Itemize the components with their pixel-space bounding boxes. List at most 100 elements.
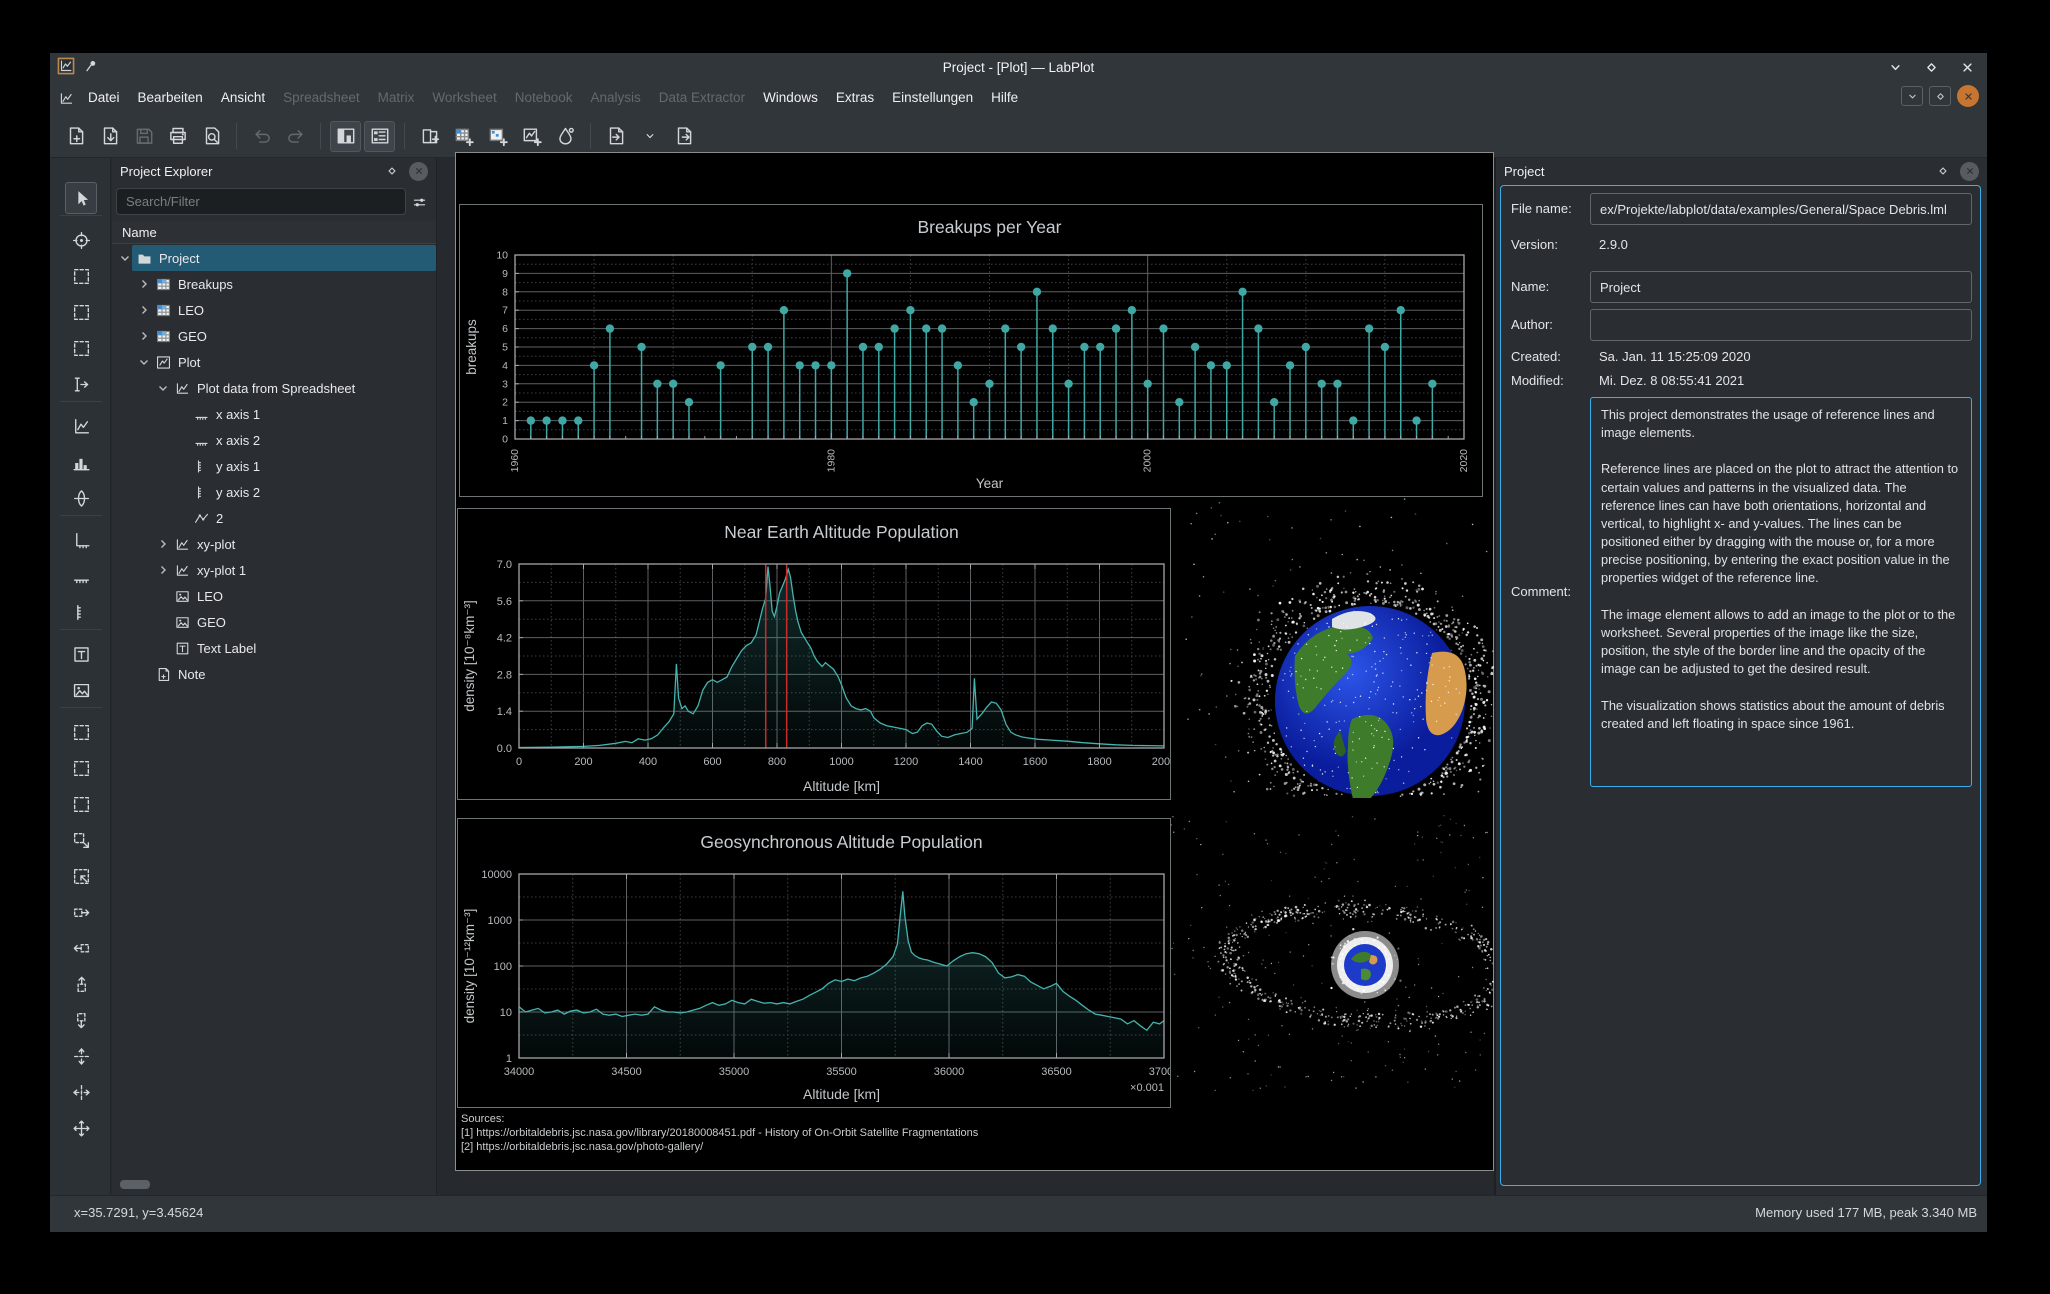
plot-geo[interactable]: 1 10 100 1000 10000 34000 34500 35000 35500 36000…: [457, 818, 1179, 1108]
titlebar[interactable]: Project - [Plot] — LabPlot: [50, 53, 1987, 81]
dock-close-icon[interactable]: [1960, 161, 1979, 181]
tool-zoom-in-box[interactable]: [65, 860, 97, 892]
tool-new-axis-corner[interactable]: [65, 524, 97, 556]
tool-new-axis-left[interactable]: [65, 596, 97, 628]
tree-item-xy-plot-1[interactable]: xy-plot 1: [112, 557, 436, 583]
minimize-button[interactable]: [1885, 57, 1905, 77]
dock-float-icon[interactable]: [1934, 162, 1952, 180]
print-preview-button[interactable]: [196, 121, 227, 152]
tree-item-y-axis-1[interactable]: y axis 1: [112, 453, 436, 479]
tool-new-image[interactable]: [65, 674, 97, 706]
import-dropdown[interactable]: [634, 121, 665, 152]
chevron-right-icon[interactable]: [156, 537, 170, 551]
tool-shift-left[interactable]: [65, 932, 97, 964]
tool-zoom-out-box[interactable]: [65, 824, 97, 856]
dock-close-icon[interactable]: [409, 161, 428, 181]
tree-item-geo[interactable]: GEO: [112, 609, 436, 635]
tool-zoom-region-a[interactable]: [65, 716, 97, 748]
tree-item-plot[interactable]: Plot: [112, 349, 436, 375]
tree-column-header[interactable]: Name: [112, 221, 436, 244]
worksheet[interactable]: 0 1 2 3 4 5 6 7 8 9 10 1960 1980 2000 2020 Breakups per…: [455, 152, 1495, 1171]
chevron-right-icon[interactable]: [137, 329, 151, 343]
tool-zoom-target[interactable]: [65, 224, 97, 256]
tool-select-region-a[interactable]: [65, 260, 97, 292]
new-project-button[interactable]: [60, 121, 91, 152]
tool-new-histogram[interactable]: [65, 446, 97, 478]
tool-new-fourier[interactable]: [65, 482, 97, 514]
tree-item-leo[interactable]: LEO: [112, 583, 436, 609]
geo-debris-image[interactable]: [1170, 815, 1495, 1092]
tool-select-region-b[interactable]: [65, 296, 97, 328]
tree-item-breakups[interactable]: Breakups: [112, 271, 436, 297]
new-workbook-button[interactable]: [414, 121, 445, 152]
filter-options-icon[interactable]: [408, 191, 430, 213]
explorer-hscrollbar[interactable]: [112, 1180, 436, 1189]
tree-item-y-axis-2[interactable]: y axis 2: [112, 479, 436, 505]
tool-expand-vertical[interactable]: [65, 1040, 97, 1072]
svg-text:1.4: 1.4: [497, 706, 512, 718]
mdi-minimize-button[interactable]: [1901, 86, 1923, 106]
tree-item-2[interactable]: 2: [112, 505, 436, 531]
tree-item-geo[interactable]: GEO: [112, 323, 436, 349]
open-project-button[interactable]: [94, 121, 125, 152]
chevron-down-icon[interactable]: [137, 355, 151, 369]
tool-new-xy-plot[interactable]: [65, 410, 97, 442]
new-matrix-button[interactable]: [482, 121, 513, 152]
tool-shift-up[interactable]: [65, 968, 97, 1000]
mdi-restore-button[interactable]: [1929, 86, 1951, 106]
tool-zoom-region-b[interactable]: [65, 752, 97, 784]
tool-shift-down[interactable]: [65, 1004, 97, 1036]
name-input[interactable]: [1590, 271, 1972, 303]
tool-shift-right[interactable]: [65, 896, 97, 928]
tool-navigate-cursor[interactable]: [65, 182, 97, 214]
menu-einstellungen[interactable]: Einstellungen: [883, 81, 982, 115]
menu-extras[interactable]: Extras: [827, 81, 883, 115]
search-input[interactable]: [116, 188, 406, 215]
svg-text:3: 3: [502, 378, 508, 390]
new-worksheet-button[interactable]: [516, 121, 547, 152]
chevron-right-icon[interactable]: [137, 303, 151, 317]
toggle-project-explorer-button[interactable]: [330, 120, 361, 152]
tool-new-text-label[interactable]: [65, 638, 97, 670]
plot-breakups[interactable]: 0 1 2 3 4 5 6 7 8 9 10 1960 1980 2000 2020 Breakups per…: [459, 204, 1483, 497]
chevron-right-icon[interactable]: [137, 277, 151, 291]
plot-near-earth[interactable]: 0.0 1.4 2.8 4.2 5.6 7.0 0 200 400 600 800 1000 1200 1…: [457, 508, 1176, 800]
color-theme-button[interactable]: [550, 121, 581, 152]
maximize-button[interactable]: [1921, 57, 1941, 77]
tree-item-xy-plot[interactable]: xy-plot: [112, 531, 436, 557]
menu-windows[interactable]: Windows: [754, 81, 827, 115]
leo-debris-image[interactable]: [1185, 498, 1495, 798]
tool-cursor-line[interactable]: [65, 368, 97, 400]
tree-item-plot-data-from-spreadsheet[interactable]: Plot data from Spreadsheet: [112, 375, 436, 401]
tree-item-leo[interactable]: LEO: [112, 297, 436, 323]
tool-new-axis-bottom[interactable]: [65, 560, 97, 592]
toggle-properties-explorer-button[interactable]: [364, 120, 395, 152]
menu-bearbeiten[interactable]: Bearbeiten: [129, 81, 212, 115]
author-input[interactable]: [1590, 309, 1972, 341]
project-properties-form: File name: Version: 2.9.0 Name: Author: …: [1500, 185, 1981, 1186]
tool-zoom-region-c[interactable]: [65, 788, 97, 820]
new-spreadsheet-button[interactable]: [448, 121, 479, 152]
chevron-down-icon[interactable]: [118, 251, 132, 265]
print-button[interactable]: [162, 121, 193, 152]
tree-item-note[interactable]: Note: [112, 661, 436, 687]
tree-item-text-label[interactable]: Text Label: [112, 635, 436, 661]
tool-select-region-c[interactable]: [65, 332, 97, 364]
tree-item-project[interactable]: Project: [112, 245, 436, 271]
tree-item-x-axis-1[interactable]: x axis 1: [112, 401, 436, 427]
menu-datei[interactable]: Datei: [79, 81, 129, 115]
tool-move-handles[interactable]: [65, 1112, 97, 1144]
file-name-input[interactable]: [1590, 193, 1972, 225]
mdi-close-button[interactable]: [1957, 85, 1979, 107]
import-button[interactable]: [600, 121, 631, 152]
tool-expand-horizontal[interactable]: [65, 1076, 97, 1108]
chevron-right-icon[interactable]: [156, 563, 170, 577]
menu-ansicht[interactable]: Ansicht: [212, 81, 274, 115]
comment-textarea[interactable]: This project demonstrates the usage of r…: [1590, 397, 1972, 787]
export-button[interactable]: [668, 121, 699, 152]
dock-float-icon[interactable]: [383, 162, 401, 180]
tree-item-x-axis-2[interactable]: x axis 2: [112, 427, 436, 453]
menu-hilfe[interactable]: Hilfe: [982, 81, 1027, 115]
chevron-down-icon[interactable]: [156, 381, 170, 395]
close-button[interactable]: [1957, 57, 1977, 77]
